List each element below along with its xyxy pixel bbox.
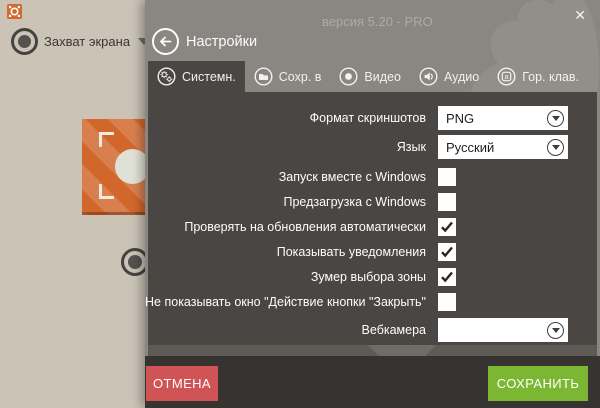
setting-row-language: Язык Русский <box>148 135 568 159</box>
zone-zoomer-checkbox[interactable] <box>438 268 456 286</box>
folder-icon <box>254 67 273 86</box>
auto-update-checkbox[interactable] <box>438 218 456 236</box>
keyboard-key-icon: a <box>497 67 516 86</box>
setting-label: Формат скриншотов <box>310 111 426 125</box>
language-dropdown[interactable]: Русский <box>438 135 568 159</box>
svg-text:a: a <box>505 74 509 81</box>
tab-label: Системн. <box>182 70 236 84</box>
dropdown-arrow-icon[interactable] <box>547 110 564 127</box>
capture-bracket-icon <box>99 184 114 199</box>
hide-close-action-checkbox[interactable] <box>438 293 456 311</box>
setting-row-webcam: Вебкамера <box>148 318 568 342</box>
tab-audio[interactable]: Аудио <box>410 61 488 92</box>
setting-row-launch-with-windows: Запуск вместе с Windows <box>148 168 568 186</box>
tab-system[interactable]: Системн. <box>148 61 245 92</box>
settings-panel: Формат скриншотов PNG Язык Русский Запус… <box>148 92 597 345</box>
dropdown-arrow-icon[interactable] <box>547 139 564 156</box>
dropdown-value: PNG <box>446 111 474 126</box>
tab-label: Гор. клав. <box>522 70 579 84</box>
dropdown-arrow-icon[interactable] <box>547 322 564 339</box>
capture-mode-label: Захват экрана <box>44 34 130 49</box>
webcam-dropdown[interactable] <box>438 318 568 342</box>
setting-row-zone-zoomer: Зумер выбора зоны <box>148 268 568 286</box>
show-notifications-checkbox[interactable] <box>438 243 456 261</box>
cancel-button[interactable]: ОТМЕНА <box>146 366 218 401</box>
screenshot-format-dropdown[interactable]: PNG <box>438 106 568 130</box>
version-label: версия 5.20 - PRO <box>322 14 433 29</box>
page-title: Настройки <box>186 34 257 50</box>
capture-app-panel: Захват экрана <box>0 0 145 408</box>
setting-row-screenshot-format: Формат скриншотов PNG <box>148 106 568 130</box>
screenshot-thumbnail[interactable] <box>82 119 150 215</box>
setting-row-auto-update: Проверять на обновления автоматически <box>148 218 568 236</box>
launch-with-windows-checkbox[interactable] <box>438 168 456 186</box>
close-icon[interactable]: ✕ <box>574 8 586 22</box>
tab-label: Сохр. в <box>279 70 322 84</box>
settings-header: Настройки <box>152 28 257 55</box>
panel-bottom-strip <box>148 345 597 356</box>
preload-with-windows-checkbox[interactable] <box>438 193 456 211</box>
setting-row-preload-with-windows: Предзагрузка с Windows <box>148 193 568 211</box>
tab-label: Видео <box>364 70 401 84</box>
tab-hotkeys[interactable]: a Гор. клав. <box>488 61 588 92</box>
settings-tabs: Системн. Сохр. в Видео Аудио <box>148 61 588 92</box>
tab-video[interactable]: Видео <box>330 61 410 92</box>
record-ring-icon <box>11 28 38 55</box>
setting-label: Не показывать окно "Действие кнопки "Зак… <box>145 295 426 309</box>
tab-label: Аудио <box>444 70 479 84</box>
capture-mode-selector[interactable]: Захват экрана <box>11 28 150 55</box>
setting-label: Вебкамера <box>362 323 426 337</box>
setting-label: Зумер выбора зоны <box>311 270 426 284</box>
setting-label: Проверять на обновления автоматически <box>184 220 426 234</box>
setting-label: Показывать уведомления <box>277 245 426 259</box>
panel-notch-handle <box>368 345 436 356</box>
footer-bar: ОТМЕНА СОХРАНИТЬ <box>145 356 600 408</box>
settings-sheet: ✕ версия 5.20 - PRO Настройки Системн. <box>145 0 600 408</box>
setting-label: Запуск вместе с Windows <box>279 170 426 184</box>
arrow-left-icon <box>158 34 173 49</box>
gears-icon <box>157 67 176 86</box>
back-button[interactable] <box>152 28 179 55</box>
tab-save-to[interactable]: Сохр. в <box>245 61 331 92</box>
setting-label: Язык <box>397 140 426 154</box>
app-logo-icon <box>7 4 22 19</box>
setting-row-hide-close-action-window: Не показывать окно "Действие кнопки "Зак… <box>148 293 568 311</box>
capture-bracket-icon <box>99 132 114 147</box>
record-dot-icon <box>339 67 358 86</box>
speaker-icon <box>419 67 438 86</box>
save-button[interactable]: СОХРАНИТЬ <box>488 366 588 401</box>
dropdown-value: Русский <box>446 140 494 155</box>
setting-label: Предзагрузка с Windows <box>283 195 426 209</box>
setting-row-show-notifications: Показывать уведомления <box>148 243 568 261</box>
